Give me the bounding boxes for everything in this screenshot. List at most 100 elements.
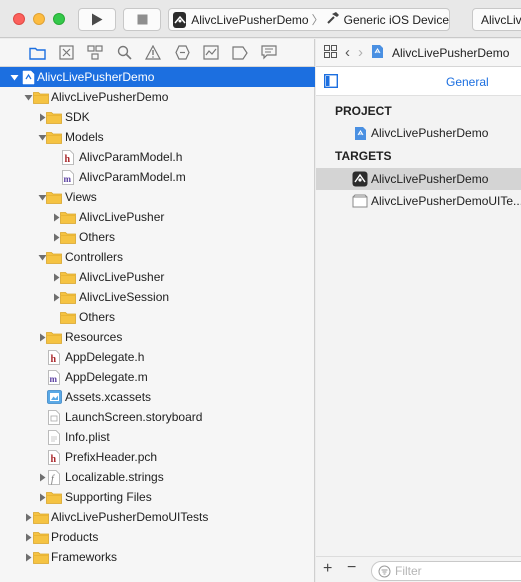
source-control-icon[interactable] (57, 44, 75, 62)
folder-icon (33, 90, 49, 104)
test-navigator-icon[interactable] (173, 44, 191, 62)
tree-row-label: Others (79, 230, 116, 244)
tree-row[interactable]: Info.plist (0, 427, 315, 447)
tree-row[interactable]: f Localizable.strings (0, 467, 315, 487)
scheme-name: AlivcLivePusherDemo (191, 12, 309, 27)
folder-icon (60, 230, 76, 244)
tree-row-label: PrefixHeader.pch (65, 450, 158, 464)
tree-row-label: AlivcLivePusher (79, 270, 165, 284)
tree-row-label: Localizable.strings (65, 470, 164, 484)
tree-row[interactable]: Others (0, 307, 315, 327)
tree-row-label: AlivcLivePusherDemo (37, 70, 155, 84)
m-file-icon: m (46, 369, 62, 385)
tree-row-label: Info.plist (65, 430, 110, 444)
symbol-navigator-icon[interactable] (86, 44, 104, 62)
tree-row[interactable]: Products (0, 527, 315, 547)
breakpoint-navigator-icon[interactable] (231, 44, 249, 62)
target-item[interactable]: AlivcLivePusherDemoUITe... (316, 190, 521, 212)
blueprint-icon (371, 44, 384, 62)
project-root-row[interactable]: AlivcLivePusherDemo (0, 67, 315, 87)
project-item[interactable]: AlivcLivePusherDemo (316, 122, 521, 144)
tree-row-label: AlivcLivePusher (79, 210, 165, 224)
app-target-icon (352, 171, 368, 187)
tree-row[interactable]: AlivcLiveSession (0, 287, 315, 307)
tree-row-label: Products (51, 530, 99, 544)
filter-field[interactable]: Filter (371, 561, 521, 581)
project-section-header: PROJECT (335, 104, 392, 118)
breadcrumb[interactable]: AlivcLivePusherDemo (392, 46, 509, 60)
h-file-icon: h (46, 349, 62, 365)
tree-row[interactable]: AlivcLivePusher (0, 207, 315, 227)
related-items-icon[interactable] (324, 44, 337, 61)
svg-text:h: h (65, 154, 71, 165)
project-navigator-folder-icon[interactable] (28, 44, 46, 62)
folder-icon (60, 310, 76, 324)
tree-row-label: AlivcLiveSession (79, 290, 170, 304)
folder-icon (33, 510, 49, 524)
navigator-selector-bar (0, 39, 314, 67)
project-blueprint-icon (352, 125, 368, 141)
disclosure-open-icon[interactable] (8, 71, 20, 83)
tab-general[interactable]: General (446, 75, 489, 89)
editor-tab-row: General (316, 67, 521, 96)
forward-arrow-icon[interactable]: › (358, 44, 363, 61)
folder-icon (46, 330, 62, 344)
tree-row[interactable]: h PrefixHeader.pch (0, 447, 315, 467)
tree-row-label: Models (65, 130, 104, 144)
hammer-icon (326, 11, 340, 28)
remove-target-button[interactable]: − (347, 559, 356, 577)
folder-icon (60, 210, 76, 224)
minimize-window-button[interactable] (33, 13, 45, 25)
folder-icon (46, 130, 62, 144)
strings-icon: f (46, 469, 62, 485)
tree-row[interactable]: h AppDelegate.h (0, 347, 315, 367)
target-item[interactable]: AlivcLivePusherDemo (316, 168, 521, 190)
debug-navigator-icon[interactable] (202, 44, 220, 62)
tree-row[interactable]: m AppDelegate.m (0, 367, 315, 387)
assets-icon (46, 390, 62, 404)
storyboard-icon (46, 409, 62, 425)
tree-row[interactable]: AlivcLivePusherDemo (0, 87, 315, 107)
tree-row[interactable]: SDK (0, 107, 315, 127)
tree-row[interactable]: Supporting Files (0, 487, 315, 507)
tree-row[interactable]: h AlivcParamModel.h (0, 147, 315, 167)
tree-row-label: Views (65, 190, 97, 204)
tree-row[interactable]: Models (0, 127, 315, 147)
tree-row[interactable]: m AlivcParamModel.m (0, 167, 315, 187)
folder-icon (46, 250, 62, 264)
tree-row-label: AppDelegate.h (65, 350, 145, 364)
tree-row-label: SDK (65, 110, 90, 124)
back-arrow-icon[interactable]: ‹ (345, 44, 350, 61)
activity-view[interactable]: AlivcLiv (472, 8, 521, 31)
tree-row[interactable]: LaunchScreen.storyboard (0, 407, 315, 427)
zoom-window-button[interactable] (53, 13, 65, 25)
run-button[interactable] (78, 8, 116, 31)
targets-section-header: TARGETS (335, 149, 392, 163)
scheme-selector[interactable]: AlivcLivePusherDemo 〉 Generic iOS Device (168, 8, 450, 31)
search-icon[interactable] (115, 44, 133, 62)
tree-row-label: LaunchScreen.storyboard (65, 410, 203, 424)
tree-row-label: Controllers (65, 250, 124, 264)
tree-row[interactable]: Resources (0, 327, 315, 347)
stop-button[interactable] (123, 8, 161, 31)
tree-row-label: AlivcLivePusherDemo (51, 90, 169, 104)
show-hide-sidebar-icon[interactable] (323, 73, 339, 91)
tree-row-label: Resources (65, 330, 123, 344)
tree-row[interactable]: Controllers (0, 247, 315, 267)
filter-icon (378, 565, 391, 577)
project-item-label: AlivcLivePusherDemo (371, 126, 489, 140)
tree-row[interactable]: AlivcLivePusher (0, 267, 315, 287)
tree-row[interactable]: Others (0, 227, 315, 247)
add-target-button[interactable]: + (323, 560, 332, 578)
report-navigator-icon[interactable] (260, 44, 278, 62)
tree-row[interactable]: Views (0, 187, 315, 207)
folder-icon (60, 290, 76, 304)
tree-row[interactable]: AlivcLivePusherDemoUITests (0, 507, 315, 527)
tree-row[interactable]: Assets.xcassets (0, 387, 315, 407)
close-window-button[interactable] (13, 13, 25, 25)
m-file-icon: m (60, 169, 76, 185)
warning-icon[interactable] (144, 44, 162, 62)
filter-placeholder: Filter (395, 564, 422, 578)
h-file-icon: h (60, 149, 76, 165)
target-item-label: AlivcLivePusherDemoUITe... (371, 194, 521, 208)
